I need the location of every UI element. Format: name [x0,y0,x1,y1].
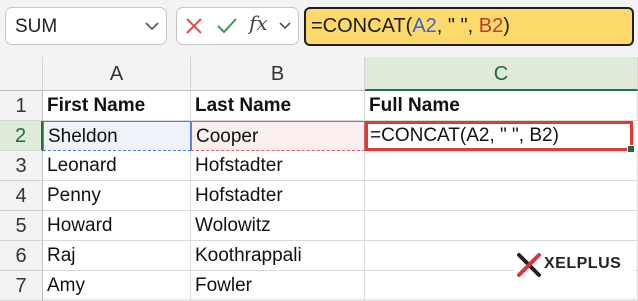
insert-function-button[interactable]: fx [249,11,268,35]
row-header-5[interactable]: 5 [0,211,43,241]
cell-a5[interactable]: Howard [43,211,191,241]
formula-area: SUM fx =CONCAT(A2, " ", B2) [0,0,638,57]
cell-a6[interactable]: Raj [43,241,191,271]
formula-bar[interactable]: =CONCAT(A2, " ", B2) [304,7,634,46]
xelplus-logo: XELPLUS [514,250,634,280]
column-header-a[interactable]: A [43,57,191,91]
column-header-c[interactable]: C [365,57,638,91]
row-header-7[interactable]: 7 [0,271,43,301]
logo-text: XELPLUS [544,255,622,272]
row-header-3[interactable]: 3 [0,151,43,181]
formula-prefix: =CONCAT( [311,15,413,37]
formula-suffix: ) [503,15,510,37]
name-box[interactable]: SUM [5,7,167,45]
cell-b1[interactable]: Last Name [191,91,365,121]
xelplus-logo-icon [516,252,542,283]
row-header-6[interactable]: 6 [0,241,43,271]
column-header-b[interactable]: B [191,57,365,91]
chevron-down-icon[interactable] [278,16,292,41]
formula-controls: fx [176,7,299,45]
chevron-down-icon[interactable] [144,16,160,41]
cell-a7[interactable]: Amy [43,271,191,301]
row-header-1[interactable]: 1 [0,91,43,121]
cell-b4[interactable]: Hofstadter [191,181,365,211]
select-all-corner[interactable] [0,57,43,91]
cell-a2[interactable]: Sheldon [43,121,191,151]
cell-b7[interactable]: Fowler [191,271,365,301]
formula-text: =CONCAT(A2, " ", B2) [311,15,510,38]
row-header-2[interactable]: 2 [0,121,43,151]
cell-b3[interactable]: Hofstadter [191,151,365,181]
cell-a1[interactable]: First Name [43,91,191,121]
cell-a3[interactable]: Leonard [43,151,191,181]
cell-c3[interactable] [365,151,638,181]
cancel-icon[interactable] [183,15,205,42]
formula-ref-b2: B2 [478,15,504,37]
formula-ref-a2: A2 [412,15,437,37]
enter-check-icon[interactable] [215,15,239,42]
cell-c4[interactable] [365,181,638,211]
cell-c5[interactable] [365,211,638,241]
cell-b2[interactable]: Cooper [191,121,365,151]
cell-c1[interactable]: Full Name [365,91,638,121]
cell-b6[interactable]: Koothrappali [191,241,365,271]
cell-a4[interactable]: Penny [43,181,191,211]
cell-c2-active[interactable]: =CONCAT(A2, " ", B2) [365,121,635,153]
formula-middle: , " ", [436,15,479,37]
row-header-4[interactable]: 4 [0,181,43,211]
cell-b5[interactable]: Wolowitz [191,211,365,241]
name-box-value: SUM [15,16,58,37]
